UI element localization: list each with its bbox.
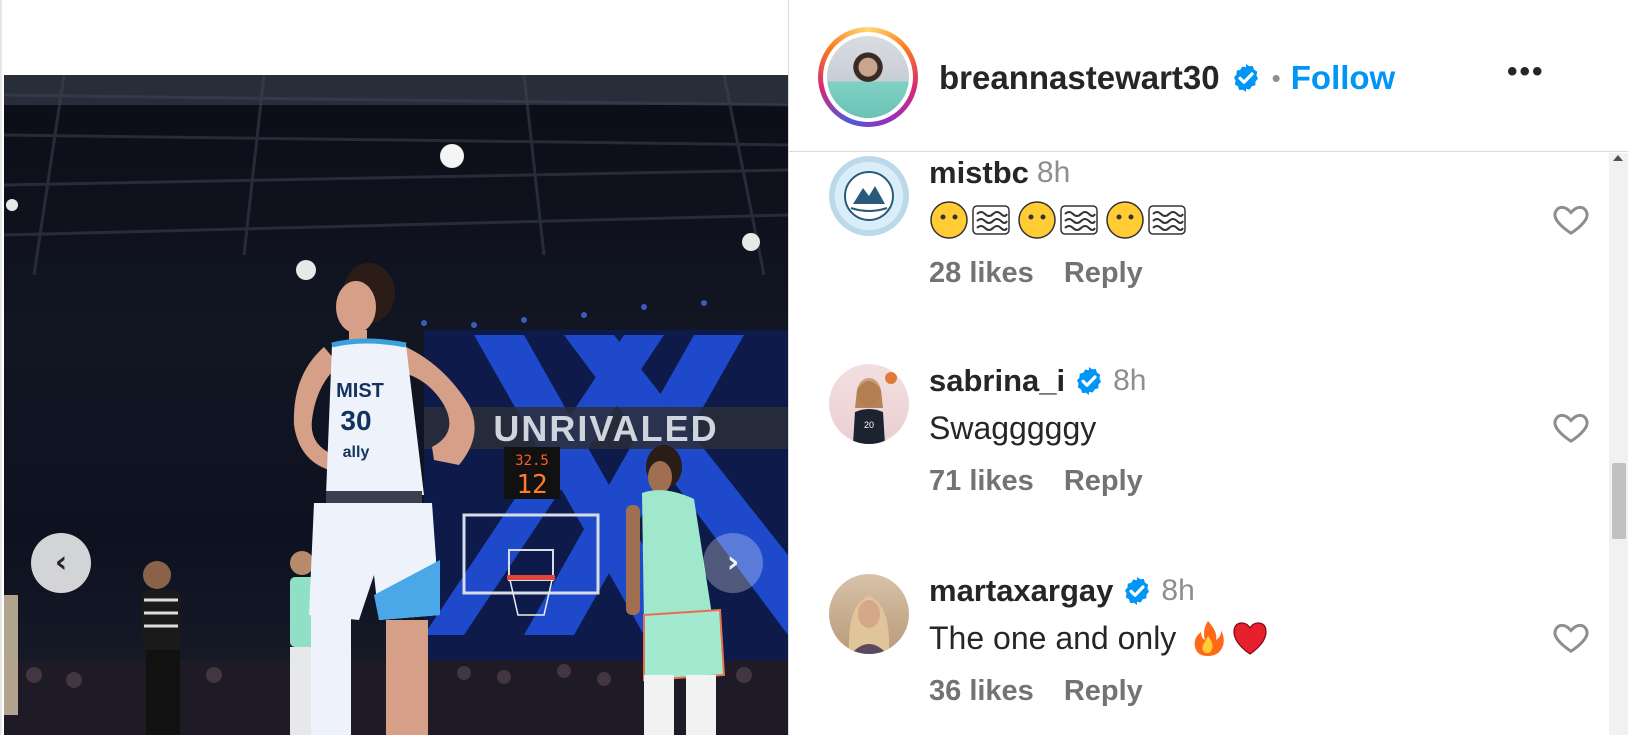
commenter-avatar[interactable] (829, 156, 909, 236)
neutral-face-emoji-icon (930, 201, 968, 239)
avatar-frame (823, 32, 913, 122)
follow-button[interactable]: Follow (1291, 59, 1395, 97)
chevron-right-icon: › (726, 545, 740, 580)
comment-body: sabrina_i 8h Swagggggy 71 likes Reply (929, 361, 1147, 498)
owner-avatar-story-ring[interactable] (818, 27, 918, 127)
like-heart-icon[interactable] (1551, 407, 1591, 447)
separator-dot: • (1271, 62, 1281, 93)
neutral-face-emoji-icon (1106, 201, 1144, 239)
owner-avatar (827, 36, 909, 118)
owner-username[interactable]: breannastewart30 (939, 59, 1220, 97)
jersey-team: MIST (336, 380, 384, 402)
chevron-left-icon: ‹ (54, 545, 68, 580)
owner-row: breannastewart30 • Follow (939, 58, 1395, 98)
comments-scrollbar[interactable] (1609, 153, 1628, 735)
water-wave-emoji-icon (1148, 205, 1186, 235)
comment-body: mistbc 8h 28 likes Reply (929, 153, 1193, 290)
comment-likes[interactable]: 71 likes (929, 465, 1034, 498)
previous-photo-button[interactable]: ‹ (31, 533, 91, 593)
comment-username[interactable]: martaxargay (929, 573, 1113, 609)
comment-time: 8h (1161, 574, 1195, 607)
next-photo-button[interactable]: › (703, 533, 763, 593)
like-heart-icon[interactable] (1551, 617, 1591, 657)
commenter-avatar[interactable] (829, 574, 909, 654)
comments-list: mistbc 8h 28 likes Reply 20 sabrina_i 8h… (789, 153, 1609, 735)
water-wave-emoji-icon (972, 205, 1010, 235)
comment-username[interactable]: mistbc (929, 155, 1029, 191)
more-options-icon[interactable]: ••• (1507, 55, 1545, 89)
sabrina-avatar-photo: 20 (853, 372, 897, 444)
shot-clock-top: 32.5 (515, 453, 549, 469)
reply-button[interactable]: Reply (1064, 675, 1143, 708)
post-photo[interactable]: UNRIVALED 32.5 12 MIST 30 ally (4, 75, 788, 735)
media-pane: UNRIVALED 32.5 12 MIST 30 ally ‹ › (0, 0, 788, 735)
comment-time: 8h (1113, 364, 1147, 397)
red-heart-emoji-icon (1233, 622, 1267, 655)
comment-body: martaxargay 8h The one and only 36 likes… (929, 571, 1272, 708)
commenter-avatar[interactable]: 20 (829, 364, 909, 444)
comment-text: The one and only (929, 615, 1272, 661)
jersey-sponsor: ally (343, 444, 370, 461)
mist-logo-icon (844, 171, 894, 221)
comment-text (929, 197, 1193, 243)
scroll-thumb[interactable] (1612, 463, 1626, 539)
comment-likes[interactable]: 28 likes (929, 257, 1034, 290)
comment-text-content: The one and only (929, 619, 1177, 656)
verified-badge-icon (1077, 367, 1102, 395)
comment-username[interactable]: sabrina_i (929, 363, 1065, 399)
comment-likes[interactable]: 36 likes (929, 675, 1034, 708)
post-header: breannastewart30 • Follow ••• (789, 0, 1628, 152)
post-details: breannastewart30 • Follow ••• mistbc 8h … (788, 0, 1628, 735)
like-heart-icon[interactable] (1551, 199, 1591, 239)
verified-badge-icon (1125, 577, 1150, 605)
marta-avatar-photo (848, 596, 890, 654)
jersey-number: 30 (340, 405, 371, 436)
shot-clock-main: 12 (516, 470, 547, 500)
banner-text: UNRIVALED (493, 408, 718, 449)
comment-text: Swagggggy (929, 409, 1097, 446)
comment-time: 8h (1036, 156, 1071, 189)
basketball-photo: UNRIVALED 32.5 12 MIST 30 ally (4, 75, 788, 735)
svg-text:20: 20 (864, 420, 874, 430)
water-wave-emoji-icon (1060, 205, 1098, 235)
reply-button[interactable]: Reply (1064, 465, 1143, 498)
verified-badge-icon (1233, 64, 1258, 92)
neutral-face-emoji-icon (1018, 201, 1056, 239)
scroll-up-arrow-icon[interactable] (1613, 155, 1623, 161)
fire-emoji-icon (1194, 621, 1225, 656)
reply-button[interactable]: Reply (1064, 257, 1143, 290)
